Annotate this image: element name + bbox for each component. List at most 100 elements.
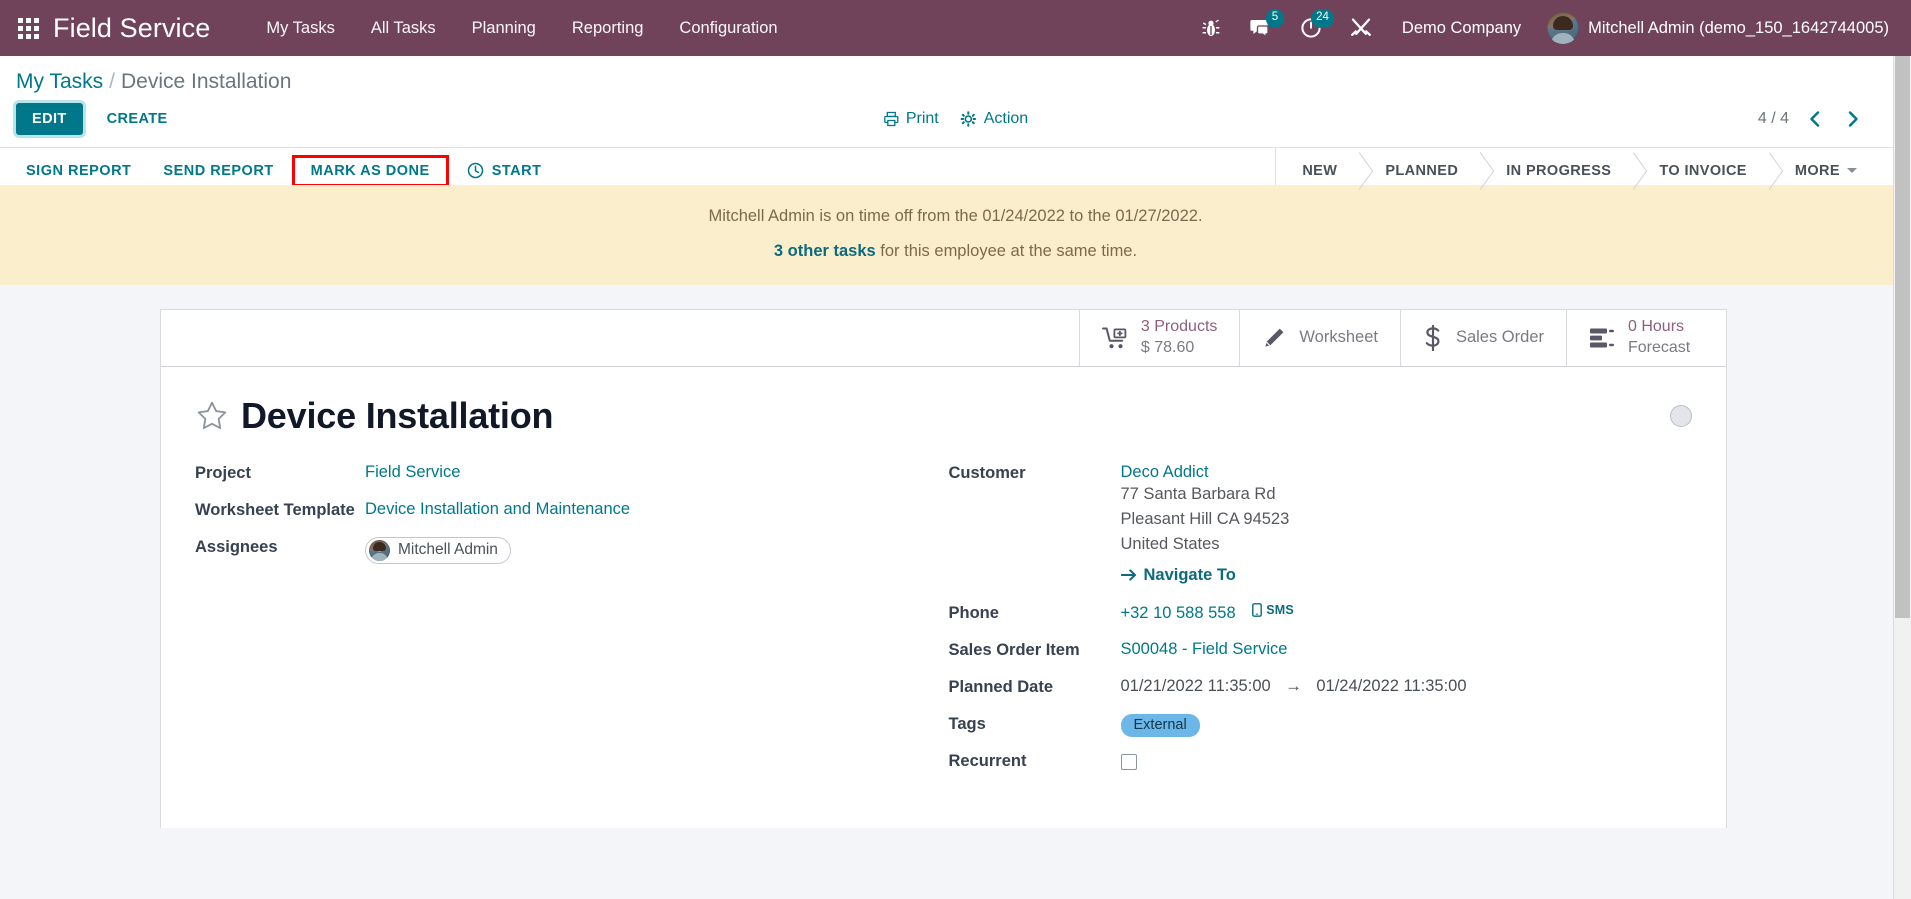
page-title: Device Installation — [241, 394, 554, 436]
field-assignees-label: Assignees — [195, 537, 278, 556]
alert-line-1: Mitchell Admin is on time off from the 0… — [708, 207, 1203, 225]
print-menu[interactable]: Print — [883, 110, 939, 128]
stage-more-label: MORE — [1794, 162, 1840, 179]
chevron-left-icon — [1810, 111, 1820, 127]
customer-address-line-1: 77 Santa Barbara Rd — [1120, 484, 1276, 503]
control-panel: My Tasks / Device Installation EDIT CREA… — [0, 56, 1911, 148]
field-sales-order-item-label: Sales Order Item — [948, 641, 1080, 660]
stat-hours-text: 0 Hours Forecast — [1628, 317, 1690, 358]
stat-button-worksheet[interactable]: Worksheet — [1239, 309, 1400, 366]
breadcrumb-current: Device Installation — [120, 70, 292, 93]
sms-label: SMS — [1266, 603, 1294, 618]
dollar-icon — [1423, 324, 1443, 351]
stat-products-amount: $ 78.60 — [1140, 338, 1195, 356]
form-column-right: Customer Deco Addict 77 Santa Barbara Rd… — [949, 463, 1693, 789]
messages-badge: 5 — [1265, 9, 1284, 28]
chevron-right-icon — [1848, 111, 1858, 127]
navbar-right-tools: 5 24 Demo Company Mitchell Admin (demo_1… — [1188, 0, 1895, 56]
customer-name[interactable]: Deco Addict — [1121, 463, 1693, 482]
mark-as-done-button[interactable]: MARK AS DONE — [291, 154, 449, 187]
menu-item-configuration[interactable]: Configuration — [661, 0, 795, 56]
field-recurrent-value — [1120, 751, 1693, 775]
assignee-name: Mitchell Admin — [398, 541, 498, 559]
field-worksheet-template: Worksheet Template Device Installation a… — [195, 500, 939, 524]
stat-hours-label: Forecast — [1628, 338, 1691, 356]
record-title-row: Device Installation — [195, 393, 1692, 463]
field-sales-order-item-value[interactable]: S00048 - Field Service — [1121, 640, 1693, 659]
stat-button-sales-order[interactable]: Sales Order — [1399, 309, 1566, 366]
field-project-value[interactable]: Field Service — [365, 463, 939, 482]
stat-button-hours-forecast[interactable]: 0 Hours Forecast — [1566, 309, 1726, 366]
stat-worksheet-label: Worksheet — [1299, 328, 1378, 347]
apps-grid-icon[interactable] — [18, 17, 39, 39]
star-outline-icon[interactable] — [195, 399, 229, 433]
user-menu[interactable]: Mitchell Admin (demo_150_1642744005) — [1537, 0, 1895, 56]
pager-previous-button[interactable] — [1803, 108, 1827, 130]
activities-badge: 24 — [1311, 9, 1334, 28]
menu-item-my-tasks[interactable]: My Tasks — [248, 0, 352, 56]
menu-item-all-tasks[interactable]: All Tasks — [353, 0, 454, 56]
avatar — [1547, 12, 1580, 44]
clock-icon — [467, 162, 483, 179]
navigate-to-button[interactable]: Navigate To — [1120, 565, 1236, 585]
stat-row-spacer — [161, 310, 1079, 366]
field-worksheet-template-label: Worksheet Template — [195, 500, 355, 519]
pencil-icon — [1262, 326, 1286, 350]
action-label: Action — [983, 110, 1029, 127]
bug-icon[interactable] — [1188, 0, 1234, 56]
scrollbar-thumb[interactable] — [1895, 18, 1910, 618]
field-sales-order-item: Sales Order Item S00048 - Field Service — [949, 640, 1693, 664]
alert-line-2-rest: for this employee at the same time. — [875, 241, 1138, 260]
assignee-chip[interactable]: Mitchell Admin — [365, 536, 511, 564]
stat-sales-order-label: Sales Order — [1455, 328, 1544, 347]
sign-report-button[interactable]: SIGN REPORT — [13, 155, 144, 187]
stat-hours-value: 0 Hours — [1628, 318, 1685, 336]
field-recurrent: Recurrent — [949, 751, 1693, 775]
phone-number[interactable]: +32 10 588 558 — [1121, 604, 1236, 622]
developer-tools-icon[interactable] — [1336, 0, 1386, 56]
field-planned-date-label: Planned Date — [948, 678, 1054, 697]
activities-clock-icon[interactable]: 24 — [1286, 0, 1336, 56]
field-worksheet-template-value[interactable]: Device Installation and Maintenance — [365, 500, 939, 519]
stat-products-count: 3 Products — [1140, 318, 1218, 336]
field-assignees-value: Mitchell Admin — [365, 536, 939, 566]
field-phone-label: Phone — [948, 604, 999, 623]
pager-value: 4 / 4 — [1757, 110, 1789, 127]
other-tasks-link[interactable]: 3 other tasks — [774, 242, 876, 260]
control-panel-buttons: EDIT CREATE Print Action 4 / 4 — [0, 96, 1911, 147]
vertical-scrollbar[interactable] — [1893, 0, 1911, 899]
sms-button[interactable]: SMS — [1252, 603, 1294, 617]
breadcrumb-parent[interactable]: My Tasks — [16, 70, 103, 94]
kanban-state-dot[interactable] — [1670, 404, 1692, 427]
tag-external[interactable]: External — [1120, 714, 1200, 738]
recurrent-checkbox[interactable] — [1120, 754, 1137, 771]
stat-products-text: 3 Products $ 78.60 — [1141, 317, 1217, 358]
edit-button[interactable]: EDIT — [16, 103, 83, 135]
record-sheet: 3 Products $ 78.60 Worksheet Sales Order… — [160, 308, 1727, 829]
print-label: Print — [905, 110, 939, 127]
gear-icon — [961, 111, 977, 127]
company-switcher[interactable]: Demo Company — [1386, 0, 1537, 56]
stat-button-products[interactable]: 3 Products $ 78.60 — [1078, 309, 1239, 366]
date-range-arrow-icon: → — [1285, 677, 1302, 696]
messages-icon[interactable]: 5 — [1234, 0, 1286, 56]
arrow-right-icon — [1120, 569, 1136, 582]
menu-item-reporting[interactable]: Reporting — [554, 0, 662, 56]
pager-next-button[interactable] — [1841, 108, 1865, 130]
action-menu[interactable]: Action — [961, 110, 1028, 128]
start-button[interactable]: START — [454, 154, 555, 187]
customer-address-line-3: United States — [1120, 534, 1220, 553]
field-project: Project Field Service — [195, 463, 939, 487]
navigate-to-label: Navigate To — [1143, 565, 1236, 584]
hours-list-icon — [1589, 327, 1615, 349]
create-button[interactable]: CREATE — [93, 103, 182, 135]
sheet-body: Device Installation Project Field Servic… — [161, 367, 1726, 829]
planned-date-start: 01/21/2022 11:35:00 — [1120, 677, 1271, 696]
send-report-button[interactable]: SEND REPORT — [150, 155, 286, 187]
field-project-label: Project — [195, 463, 251, 482]
menu-item-planning[interactable]: Planning — [454, 0, 554, 56]
field-tags-value: External — [1120, 714, 1693, 738]
cart-plus-icon — [1101, 326, 1128, 350]
app-brand-title[interactable]: Field Service — [53, 13, 210, 44]
field-tags-label: Tags — [948, 715, 986, 734]
